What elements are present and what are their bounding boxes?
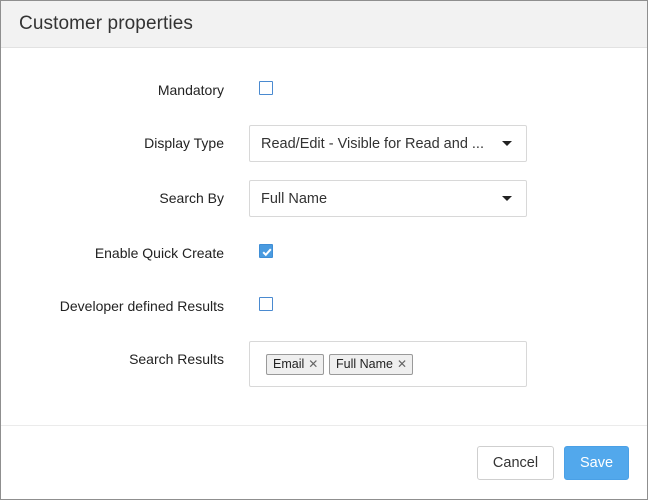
- developer-defined-results-checkbox[interactable]: [259, 297, 273, 311]
- display-type-value: Read/Edit - Visible for Read and ...: [261, 136, 484, 152]
- enable-quick-create-label: Enable Quick Create: [94, 245, 224, 261]
- check-icon: [262, 248, 272, 257]
- developer-defined-results-label: Developer defined Results: [59, 298, 224, 314]
- enable-quick-create-checkbox[interactable]: [259, 244, 273, 258]
- tag-label: Email: [273, 357, 305, 371]
- chevron-down-icon: [502, 141, 512, 146]
- display-type-label: Display Type: [144, 135, 224, 151]
- search-results-label: Search Results: [129, 351, 224, 367]
- customer-properties-dialog: Customer properties Mandatory Display Ty…: [0, 0, 648, 500]
- footer-divider: [1, 425, 647, 426]
- mandatory-checkbox[interactable]: [259, 81, 273, 95]
- dialog-title: Customer properties: [19, 13, 194, 34]
- tag-label: Full Name: [336, 357, 393, 371]
- search-by-select[interactable]: Full Name: [249, 180, 527, 217]
- tag-email: Email ✕: [266, 354, 325, 375]
- close-icon[interactable]: ✕: [308, 357, 318, 371]
- search-results-input[interactable]: Email ✕ Full Name ✕: [249, 341, 527, 387]
- display-type-select[interactable]: Read/Edit - Visible for Read and ...: [249, 125, 527, 162]
- close-icon[interactable]: ✕: [397, 357, 407, 371]
- chevron-down-icon: [502, 196, 512, 201]
- mandatory-label: Mandatory: [157, 82, 224, 98]
- tag-full-name: Full Name ✕: [329, 354, 414, 375]
- search-by-value: Full Name: [261, 191, 328, 207]
- cancel-button[interactable]: Cancel: [477, 446, 554, 480]
- save-button[interactable]: Save: [564, 446, 629, 480]
- dialog-header: Customer properties: [1, 1, 647, 48]
- search-by-label: Search By: [159, 190, 224, 206]
